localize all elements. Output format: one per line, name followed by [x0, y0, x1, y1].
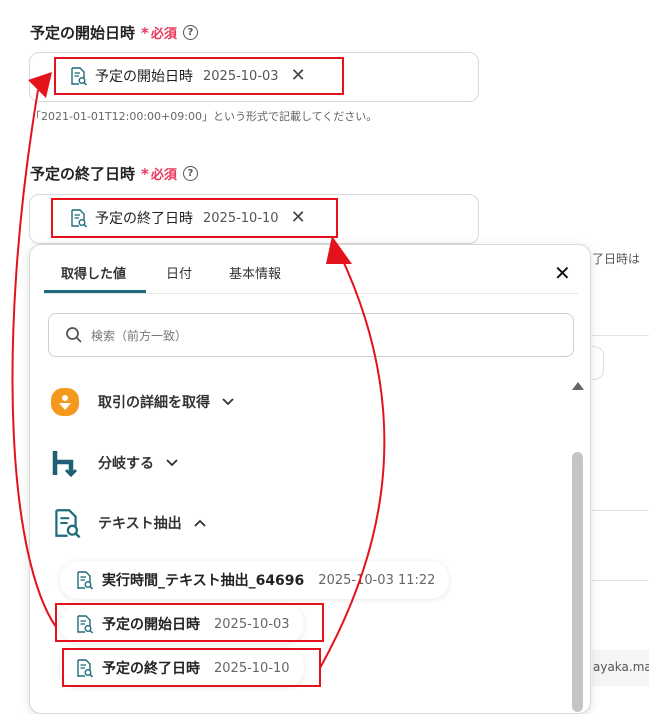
divider — [592, 335, 649, 336]
doc-search-icon — [68, 66, 88, 86]
doc-search-icon — [74, 570, 94, 590]
chip-title: 予定の終了日時 — [95, 211, 193, 227]
search-input[interactable]: 検索（前方一致） — [48, 313, 574, 357]
chip-value: 2025-10-10 — [203, 210, 279, 226]
operation-label: テキスト抽出 — [98, 516, 182, 532]
chip-value: 2025-10-03 — [203, 68, 279, 84]
required-mark: * — [141, 164, 149, 183]
remove-chip-icon[interactable]: ✕ — [291, 209, 306, 227]
background-text: ayaka.ma — [593, 660, 649, 674]
operation-row[interactable]: テキスト抽出 — [50, 507, 206, 539]
chevron-up-icon — [193, 519, 206, 527]
background-text: 了日時は — [592, 252, 641, 266]
scroll-up-arrow[interactable] — [572, 382, 584, 390]
help-icon[interactable]: ? — [182, 25, 198, 40]
item-value: 2025-10-03 11:22 — [318, 572, 436, 588]
search-icon — [66, 327, 82, 343]
divider — [592, 580, 649, 581]
operation-row[interactable]: 取引の詳細を取得 — [50, 387, 234, 417]
text-extract-icon — [50, 507, 82, 539]
annotation-box-end-item — [62, 648, 321, 687]
item-title: 実行時間_テキスト抽出_64696 — [102, 573, 305, 589]
value-picker-panel: 取得した値 日付 基本情報 ✕ 検索（前方一致） 取引の詳細を取得 分岐する テ… — [29, 244, 591, 714]
operation-label: 取引の詳細を取得 — [98, 395, 210, 411]
branch-icon — [52, 451, 78, 478]
help-icon[interactable]: ? — [182, 166, 198, 181]
tab-date[interactable]: 日付 — [166, 263, 192, 282]
annotation-box-start-item — [55, 603, 324, 642]
tab-basic-info[interactable]: 基本情報 — [229, 263, 281, 282]
start-date-label: 予定の開始日時 — [30, 24, 136, 42]
scrollbar-thumb[interactable] — [572, 452, 583, 712]
start-date-label-row: 予定の開始日時 * 必須 ? — [30, 22, 198, 43]
operation-row[interactable]: 分岐する — [50, 448, 178, 478]
chevron-down-icon — [222, 398, 234, 406]
remove-chip-icon[interactable]: ✕ — [291, 67, 306, 85]
doc-search-icon — [68, 208, 88, 228]
operation-label: 分岐する — [98, 456, 154, 472]
tab-acquired-values[interactable]: 取得した値 — [61, 263, 126, 282]
end-date-chip[interactable]: 予定の終了日時 2025-10-10 ✕ — [58, 203, 316, 233]
start-date-chip[interactable]: 予定の開始日時 2025-10-03 ✕ — [58, 61, 316, 91]
required-badge: 必須 — [150, 168, 177, 183]
chevron-down-icon — [166, 459, 178, 467]
divider — [592, 510, 649, 511]
required-mark: * — [141, 23, 149, 42]
tab-divider — [44, 293, 578, 294]
end-date-label: 予定の終了日時 — [30, 165, 136, 183]
chip-title: 予定の開始日時 — [95, 69, 193, 85]
close-icon[interactable]: ✕ — [554, 261, 571, 285]
format-hint: 「2021-01-01T12:00:00+09:00」という形式で記載してくださ… — [30, 110, 378, 123]
list-item[interactable]: 実行時間_テキスト抽出_64696 2025-10-03 11:22 — [60, 561, 450, 599]
background-input-edge — [592, 346, 604, 380]
end-date-label-row: 予定の終了日時 * 必須 ? — [30, 163, 198, 184]
search-placeholder: 検索（前方一致） — [91, 328, 188, 343]
required-badge: 必須 — [150, 27, 177, 42]
orange-app-icon — [51, 388, 79, 416]
